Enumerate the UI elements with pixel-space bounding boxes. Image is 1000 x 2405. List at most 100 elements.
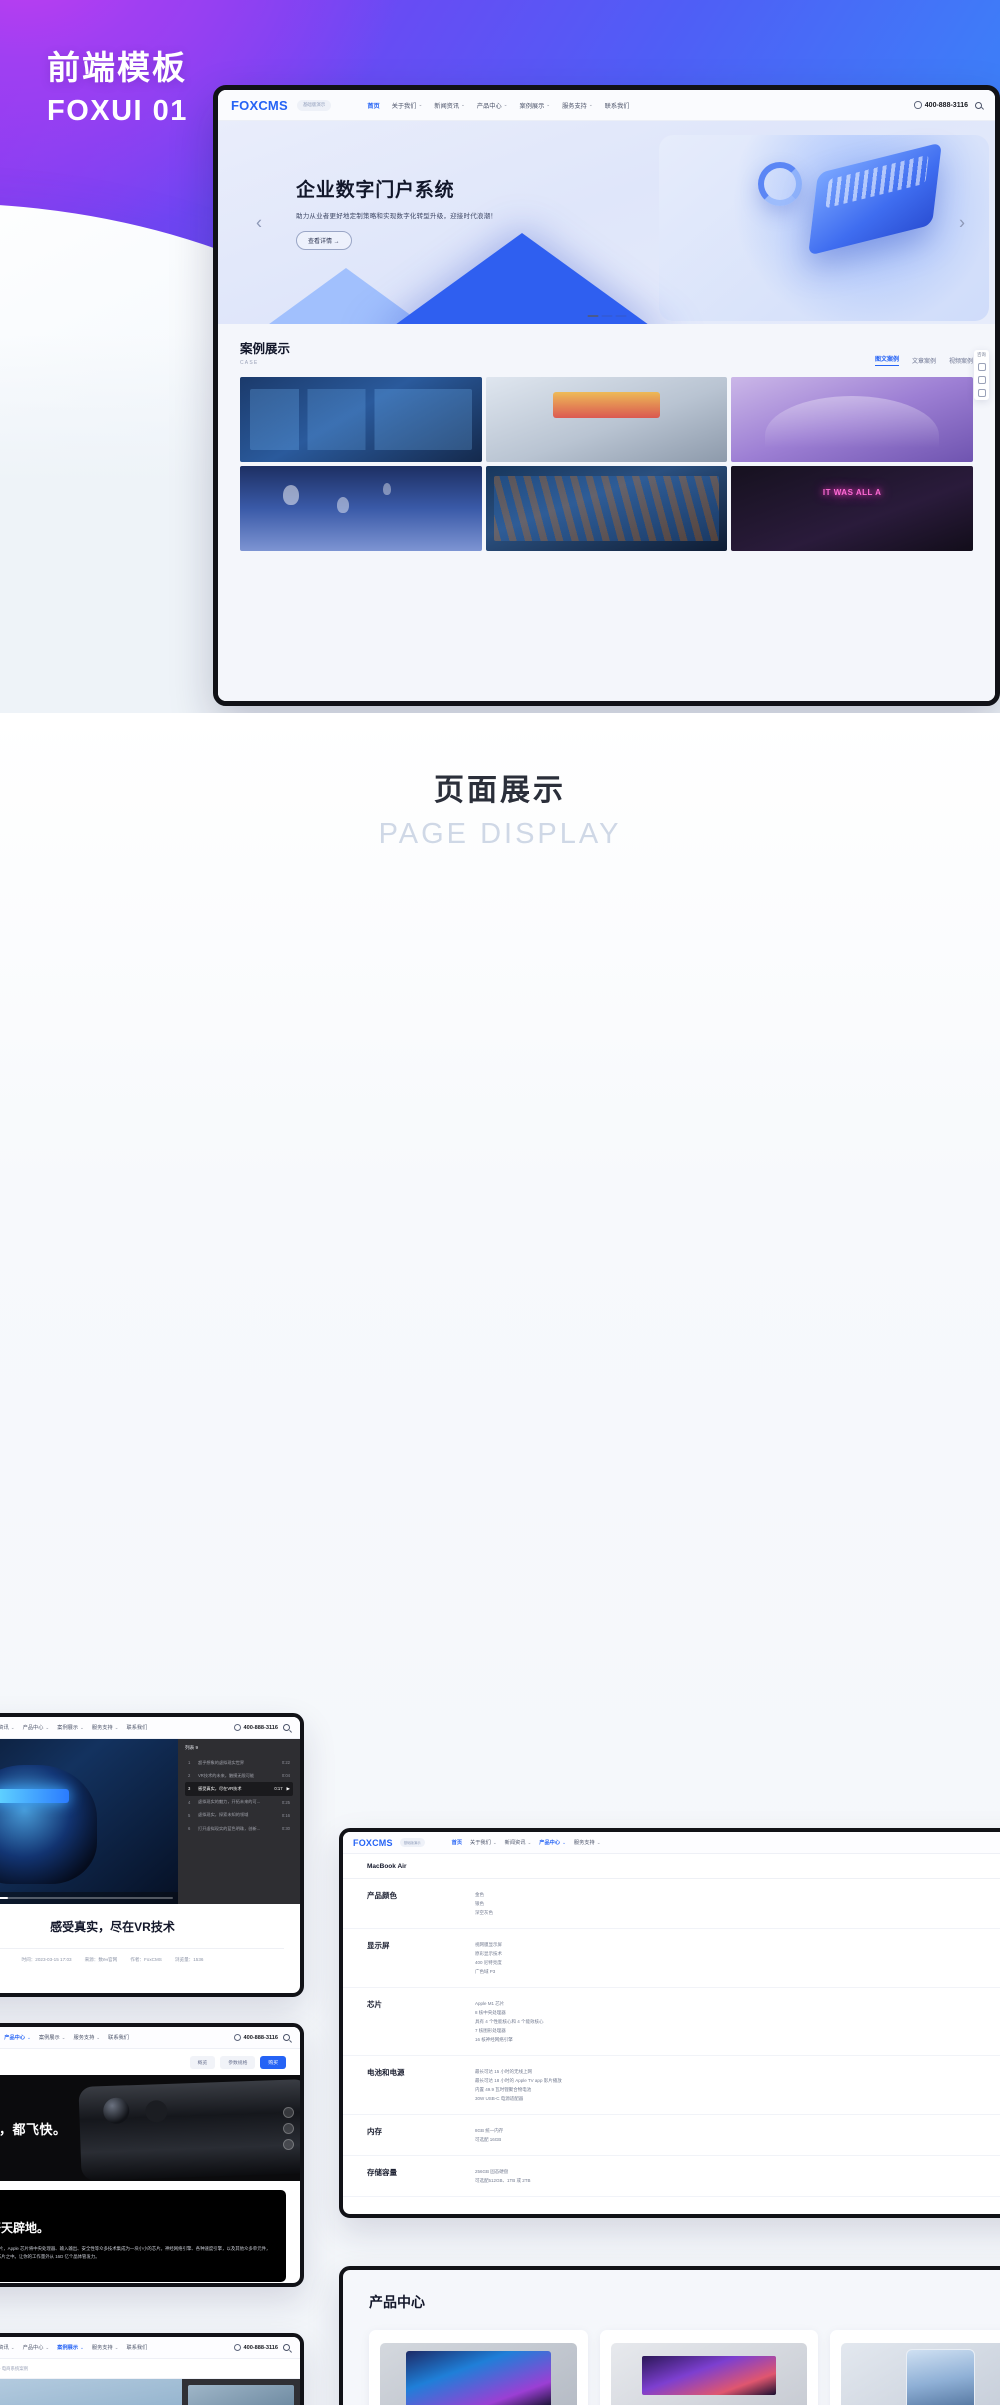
tab-video-cases[interactable]: 视频案例	[949, 356, 973, 365]
nav-item-products[interactable]: 产品中心 ⌄	[23, 2344, 50, 2352]
carousel-dot[interactable]	[587, 315, 598, 317]
playlist-item[interactable]: 4 虚拟现实的魅力，开拓未来的可... 0:25	[185, 1796, 293, 1809]
case-thumb[interactable]	[731, 377, 973, 462]
floating-side-rail[interactable]: 咨询	[974, 350, 989, 400]
hero-title-cn: 前端模板	[47, 49, 187, 86]
product-card[interactable]: Apple/苹果 iPhone 14 划大创新之举，超强电池续航，安心又放心。 …	[830, 2330, 1000, 2405]
search-icon[interactable]	[975, 101, 982, 109]
nav-item-products[interactable]: 产品中心 ⌄	[477, 101, 508, 110]
nav-item-products[interactable]: 产品中心 ⌄	[539, 1839, 566, 1847]
nav-item-services[interactable]: 服务支持 ⌄	[74, 2034, 101, 2042]
nav-label: 首页	[451, 1840, 463, 1846]
rail-label-consult[interactable]: 咨询	[977, 352, 986, 358]
browser-mock-iphone-page: 关于我们⌄ 新闻资讯⌄ 产品中心⌄ 案例展示⌄ 服务支持⌄ 联系我们 400-8…	[0, 2023, 304, 2287]
nav-item-services[interactable]: 服务支持 ⌄	[574, 1839, 601, 1847]
playlist-item[interactable]: 1 超乎想象的虚拟现实世界 0:22	[185, 1756, 293, 1769]
nav-label: 首页	[367, 102, 380, 110]
nav-label: 案例展示	[519, 102, 545, 110]
video-controls[interactable]	[0, 1892, 178, 1904]
carousel-dot[interactable]	[615, 315, 626, 317]
search-icon[interactable]	[283, 1724, 290, 1731]
chevron-down-icon: ⌄	[114, 2344, 119, 2350]
nav-item-about[interactable]: 关于我们 ⌄	[392, 101, 423, 110]
video-progress-bar[interactable]	[0, 1897, 173, 1899]
nav-item-products[interactable]: 产品中心 ⌄	[4, 2034, 31, 2042]
nav-item-services[interactable]: 服务支持 ⌄	[92, 1724, 119, 1732]
case-showcase-section: 案例展示 CASE 图文案例 文章案例 视频案例	[218, 324, 995, 701]
share-icon[interactable]	[283, 2107, 294, 2118]
play-icon[interactable]: ▶	[287, 1786, 290, 1792]
video-stage[interactable]	[0, 1739, 178, 1904]
spec-value-line: 7 核图形处理器	[475, 2028, 506, 2033]
tab-buy[interactable]: 购买	[260, 2056, 286, 2069]
playlist-duration: 0:25	[281, 1799, 290, 1805]
wechat-icon[interactable]	[977, 375, 986, 384]
nav-item-cases[interactable]: 案例展示 ⌄	[57, 2344, 84, 2352]
spec-value-line: 8GB 统一内存	[475, 2128, 504, 2133]
carousel-next-arrow[interactable]: ›	[959, 212, 965, 233]
playlist-item[interactable]: 5 虚拟现实，探索未知的领域 0:16	[185, 1809, 293, 1822]
case-main-image[interactable]: ›	[0, 2379, 182, 2405]
nav-label: 联系我们	[604, 102, 630, 110]
nav-item-contact[interactable]: 联系我们	[108, 2034, 129, 2041]
spec-value-line: Apple M1 芯片	[475, 2001, 505, 2006]
search-icon[interactable]	[283, 2034, 290, 2041]
hero-carousel: 企业数字门户系统 助力从业者更好地定制策略和实现数字化转型升级，迎接时代浪潮！ …	[218, 121, 995, 324]
playlist-item[interactable]: 6 打开虚拟现实的蓝色明珠，创新... 0:30	[185, 1822, 293, 1835]
browser-mock-homepage: FOXCMS 基础版演示 首页 关于我们 ⌄ 新闻资讯 ⌄ 产品中心 ⌄ 案例展示 ⌄ …	[213, 85, 1000, 706]
compare-icon[interactable]	[283, 2139, 294, 2150]
playlist-item-active[interactable]: 3 感受真实，尽在VR技术 0:17 ▶	[185, 1782, 293, 1796]
playlist-item[interactable]: 2 VR技术的未来，触摸无限可能 0:04	[185, 1769, 293, 1782]
nav-item-contact[interactable]: 联系我们	[605, 101, 630, 110]
case-thumb[interactable]	[485, 377, 728, 462]
nav-item-news[interactable]: 新闻资讯⌄	[505, 1839, 532, 1847]
product-card[interactable]: MacBook Pro 13 超强性能，卓越芯片。M2 芯片来了，以更强的性能、…	[599, 2330, 819, 2405]
arrow-up-icon[interactable]	[977, 388, 986, 397]
nav-item-home[interactable]: 首页	[452, 1839, 462, 1846]
tab-article-cases[interactable]: 文章案例	[912, 356, 936, 365]
nav-item-news[interactable]: 新闻资讯⌄	[434, 101, 465, 110]
search-icon[interactable]	[283, 2344, 290, 2351]
nav-label: 联系我们	[126, 1725, 148, 1731]
product-card[interactable]: iPad Pro 澎湃性能，超先进显示屏，疾速无线连接。Apple Pencil…	[369, 2330, 588, 2405]
nav-item-contact[interactable]: 联系我们	[127, 2344, 148, 2351]
nav-item-news[interactable]: 新闻资讯⌄	[0, 1724, 15, 1732]
chevron-down-icon: ⌄	[527, 1839, 532, 1845]
carousel-dots[interactable]	[587, 315, 626, 317]
stage-side-actions[interactable]	[283, 2107, 294, 2150]
nav-item-home[interactable]: 首页	[367, 101, 379, 110]
nav-item-news[interactable]: 新闻资讯⌄	[0, 2344, 15, 2352]
case-thumb[interactable]	[240, 377, 482, 462]
brand-logo[interactable]: FOXCMS	[353, 1838, 393, 1848]
nav-label: 联系我们	[108, 2035, 129, 2041]
nav-item-cases[interactable]: 案例展示 ⌄	[520, 101, 551, 110]
carousel-dot[interactable]	[601, 315, 612, 317]
favorite-icon[interactable]	[283, 2123, 294, 2134]
nav-item-contact[interactable]: 联系我们	[127, 1724, 148, 1731]
product-image	[610, 2343, 808, 2405]
nav-item-services[interactable]: 服务支持 ⌄	[92, 2344, 119, 2352]
spec-value: 视网膜显示屏 原彩显示技术 400 尼特亮度 广色域 P3	[475, 1940, 1000, 1976]
playlist-index: 3	[188, 1786, 191, 1792]
tab-specs[interactable]: 参数规格	[220, 2056, 256, 2069]
spec-page-title: MacBook Air	[343, 1854, 1000, 1879]
brand-logo[interactable]: FOXCMS	[231, 98, 288, 113]
hero-cta-button[interactable]: 查看详情 →	[296, 231, 352, 250]
nav-item-services[interactable]: 服务支持 ⌄	[562, 101, 593, 110]
nav-label: 新闻资讯	[0, 1725, 9, 1731]
phone-icon[interactable]	[977, 362, 986, 371]
tab-overview[interactable]: 概览	[189, 2056, 216, 2069]
nav-item-cases[interactable]: 案例展示 ⌄	[57, 1724, 84, 1732]
nav-item-about[interactable]: 关于我们 ⌄	[470, 1839, 497, 1847]
case-thumb[interactable]	[731, 466, 973, 551]
chevron-down-icon: ⌄	[45, 2344, 50, 2350]
nav-item-cases[interactable]: 案例展示 ⌄	[39, 2034, 66, 2042]
case-thumb[interactable]	[485, 466, 728, 551]
tab-image-cases[interactable]: 图文案例	[874, 354, 899, 366]
case-thumb[interactable]	[240, 466, 482, 551]
nav-label: 案例展示	[57, 2345, 79, 2351]
case-thumbnail[interactable]	[188, 2385, 294, 2405]
spec-value: 8GB 统一内存 可选配 16GB	[475, 2126, 1000, 2144]
nav-item-products[interactable]: 产品中心 ⌄	[23, 1724, 50, 1732]
carousel-prev-arrow[interactable]: ‹	[256, 212, 262, 233]
